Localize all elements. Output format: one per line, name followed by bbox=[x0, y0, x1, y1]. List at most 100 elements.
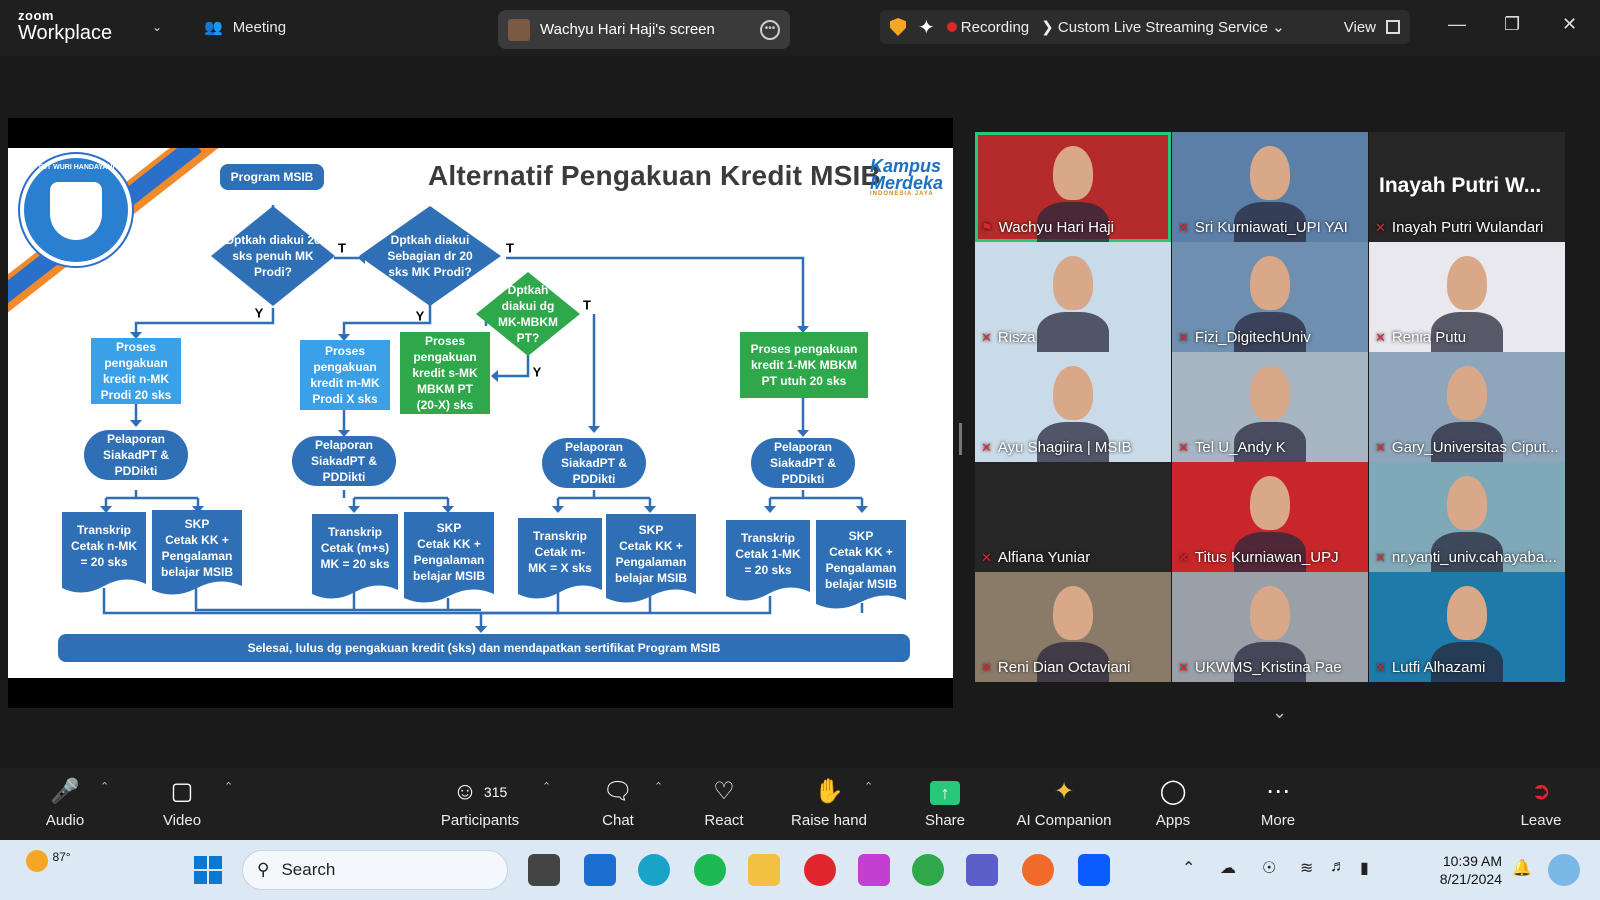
participant-tile[interactable]: ✕ Tel U_Andy K bbox=[1172, 352, 1368, 462]
copilot-icon[interactable] bbox=[1548, 854, 1580, 886]
participant-name: ✕ nr.yanti_univ.cahayaba... bbox=[1375, 549, 1557, 566]
participant-name-text: Wachyu Hari Haji bbox=[998, 219, 1114, 236]
recording-indicator[interactable]: Recording bbox=[946, 19, 1029, 36]
participant-face bbox=[1053, 366, 1093, 420]
participant-tile[interactable]: ✕ UKWMS_Kristina Pae bbox=[1172, 572, 1368, 682]
minimize-icon[interactable]: — bbox=[1448, 14, 1466, 35]
app-icon[interactable] bbox=[1022, 854, 1054, 886]
chevron-down-icon[interactable]: ⌄ bbox=[152, 20, 162, 34]
chevron-down-icon: ⌄ bbox=[1272, 19, 1285, 36]
participants-icon: ☺ 315 bbox=[452, 778, 508, 805]
participant-face bbox=[1250, 256, 1290, 310]
chevron-up-icon[interactable]: ⌃ bbox=[542, 780, 551, 793]
clock[interactable]: 10:39 AM 8/21/2024 bbox=[1418, 852, 1502, 888]
participant-tile[interactable]: ✕ Gary_Universitas Ciput... bbox=[1369, 352, 1565, 462]
apps-button[interactable]: ◯ Apps bbox=[1150, 776, 1196, 829]
file-explorer-icon[interactable] bbox=[748, 854, 780, 886]
video-button[interactable]: ▢ Video bbox=[156, 776, 208, 829]
snipping-tool-icon[interactable] bbox=[858, 854, 890, 886]
participant-tile[interactable]: Inayah Putri W... ✕ Inayah Putri Wulandari bbox=[1369, 132, 1565, 242]
more-icon: ⋯ bbox=[1266, 778, 1290, 805]
zoom-taskbar-icon[interactable] bbox=[1078, 854, 1110, 886]
audio-button[interactable]: 🎤 Audio bbox=[40, 776, 90, 829]
participant-name: ✕ UKWMS_Kristina Pae bbox=[1178, 659, 1342, 676]
flow-arrowhead bbox=[644, 506, 656, 513]
chevron-down-icon[interactable]: ⌄ bbox=[1272, 702, 1287, 723]
mail-icon[interactable] bbox=[584, 854, 616, 886]
weather-widget[interactable]: 87° bbox=[26, 850, 71, 872]
react-button[interactable]: ♡ React bbox=[702, 776, 746, 829]
chevron-up-icon[interactable]: ⌃ bbox=[654, 780, 663, 793]
shield-icon[interactable] bbox=[890, 18, 906, 36]
view-button[interactable]: View bbox=[1344, 19, 1400, 36]
participant-tile[interactable]: ✕ Titus Kurniawan_UPJ bbox=[1172, 462, 1368, 572]
chat-label: Chat bbox=[602, 812, 634, 829]
participant-name: ✕ Lutfi Alhazami bbox=[1375, 659, 1485, 676]
participant-face bbox=[1447, 476, 1487, 530]
decision-2-text: Dptkah diakui Sebagian dr 20 sks MK Prodi? bbox=[387, 233, 473, 279]
apps-label: Apps bbox=[1155, 812, 1191, 829]
label-y-3: Y bbox=[533, 365, 542, 380]
flow-arrowhead bbox=[338, 430, 350, 437]
participant-name-text: Risza bbox=[997, 329, 1036, 346]
meeting-menu[interactable]: 👥 Meeting bbox=[204, 18, 286, 37]
label-t-1: T bbox=[338, 241, 346, 256]
splitter-handle[interactable] bbox=[959, 423, 962, 455]
participant-tile[interactable]: ✕ Ayu Shagiira | MSIB bbox=[975, 352, 1171, 462]
mic-muted-icon: ✕ bbox=[1178, 439, 1189, 455]
participant-tile[interactable]: ✕ Risza bbox=[975, 242, 1171, 352]
participant-tile[interactable]: ✕ Sri Kurniawati_UPI YAI bbox=[1172, 132, 1368, 242]
notification-bell-icon[interactable]: 🔔 bbox=[1512, 858, 1532, 878]
meeting-status-group: ✦ Recording ❯ Custom Live Streaming Serv… bbox=[880, 10, 1410, 44]
video-gallery: ⚑ Wachyu Hari Haji ✕ Sri Kurniawati_UPI YAI… bbox=[975, 132, 1570, 697]
opera-icon[interactable] bbox=[804, 854, 836, 886]
restore-icon[interactable]: ❐ bbox=[1504, 14, 1520, 35]
participant-tile[interactable]: ✕ Renia Putu bbox=[1369, 242, 1565, 352]
ai-companion-button[interactable]: ✦ AI Companion bbox=[1012, 776, 1116, 829]
participant-tile[interactable]: ✕ Alfiana Yuniar bbox=[975, 462, 1171, 572]
node-program-text: Program MSIB bbox=[231, 170, 314, 184]
leave-button[interactable]: ➲ Leave bbox=[1518, 776, 1564, 829]
participant-name: ✕ Tel U_Andy K bbox=[1178, 439, 1286, 456]
participant-tile[interactable]: ✕ Reni Dian Octaviani bbox=[975, 572, 1171, 682]
volume-icon[interactable]: ♬ bbox=[1330, 858, 1346, 876]
participant-name-text: Renia Putu bbox=[1391, 329, 1467, 346]
participant-name-text: Lutfi Alhazami bbox=[1391, 659, 1486, 676]
chevron-up-icon[interactable]: ⌃ bbox=[224, 780, 233, 793]
leave-icon: ➲ bbox=[1530, 778, 1552, 805]
cloud-icon[interactable]: ☁ bbox=[1220, 858, 1236, 878]
wifi-icon[interactable]: ≋ bbox=[1300, 858, 1313, 878]
chat-button[interactable]: 🗨 Chat bbox=[598, 776, 638, 829]
close-icon[interactable]: ✕ bbox=[1562, 14, 1577, 35]
participant-name: ✕ Ayu Shagiira | MSIB bbox=[981, 439, 1132, 456]
shared-screen-pill[interactable]: Wachyu Hari Haji's screen ••• bbox=[498, 10, 790, 49]
weather-temp: 87° bbox=[52, 850, 71, 864]
sparkle-icon[interactable]: ✦ bbox=[918, 15, 935, 40]
participant-tile[interactable]: ✕ Fizi_DigitechUniv bbox=[1172, 242, 1368, 352]
chevron-up-icon[interactable]: ⌃ bbox=[1182, 858, 1195, 878]
participants-button[interactable]: ☺ 315 Participants bbox=[436, 776, 524, 829]
chrome-icon[interactable] bbox=[912, 854, 944, 886]
participant-tile[interactable]: ⚑ Wachyu Hari Haji bbox=[975, 132, 1171, 242]
participant-tile[interactable]: ✕ Lutfi Alhazami bbox=[1369, 572, 1565, 682]
ai-companion-label: AI Companion bbox=[1016, 812, 1112, 829]
label-y-1: Y bbox=[255, 306, 264, 321]
participant-tile[interactable]: ✕ nr.yanti_univ.cahayaba... bbox=[1369, 462, 1565, 572]
live-streaming-menu[interactable]: ❯ Custom Live Streaming Service ⌄ bbox=[1041, 18, 1285, 36]
chevron-up-icon[interactable]: ⌃ bbox=[864, 780, 873, 793]
teams-icon[interactable] bbox=[966, 854, 998, 886]
edge-icon[interactable] bbox=[638, 854, 670, 886]
windows-start-icon[interactable] bbox=[192, 854, 224, 886]
battery-icon[interactable]: ▮ bbox=[1360, 858, 1369, 878]
camera-icon: ▢ bbox=[170, 778, 194, 805]
raise-hand-button[interactable]: ✋ Raise hand bbox=[790, 776, 868, 829]
clock-time: 10:39 AM bbox=[1442, 853, 1502, 869]
mic-icon[interactable]: ☉ bbox=[1262, 858, 1276, 878]
chevron-up-icon[interactable]: ⌃ bbox=[100, 780, 109, 793]
more-options-icon[interactable]: ••• bbox=[760, 19, 780, 40]
task-view-icon[interactable] bbox=[528, 854, 560, 886]
more-button[interactable]: ⋯ More bbox=[1254, 776, 1302, 829]
share-button[interactable]: ↑ Share bbox=[920, 776, 970, 829]
taskbar-search[interactable]: ⚲ Search bbox=[242, 850, 508, 890]
spotify-icon[interactable] bbox=[694, 854, 726, 886]
